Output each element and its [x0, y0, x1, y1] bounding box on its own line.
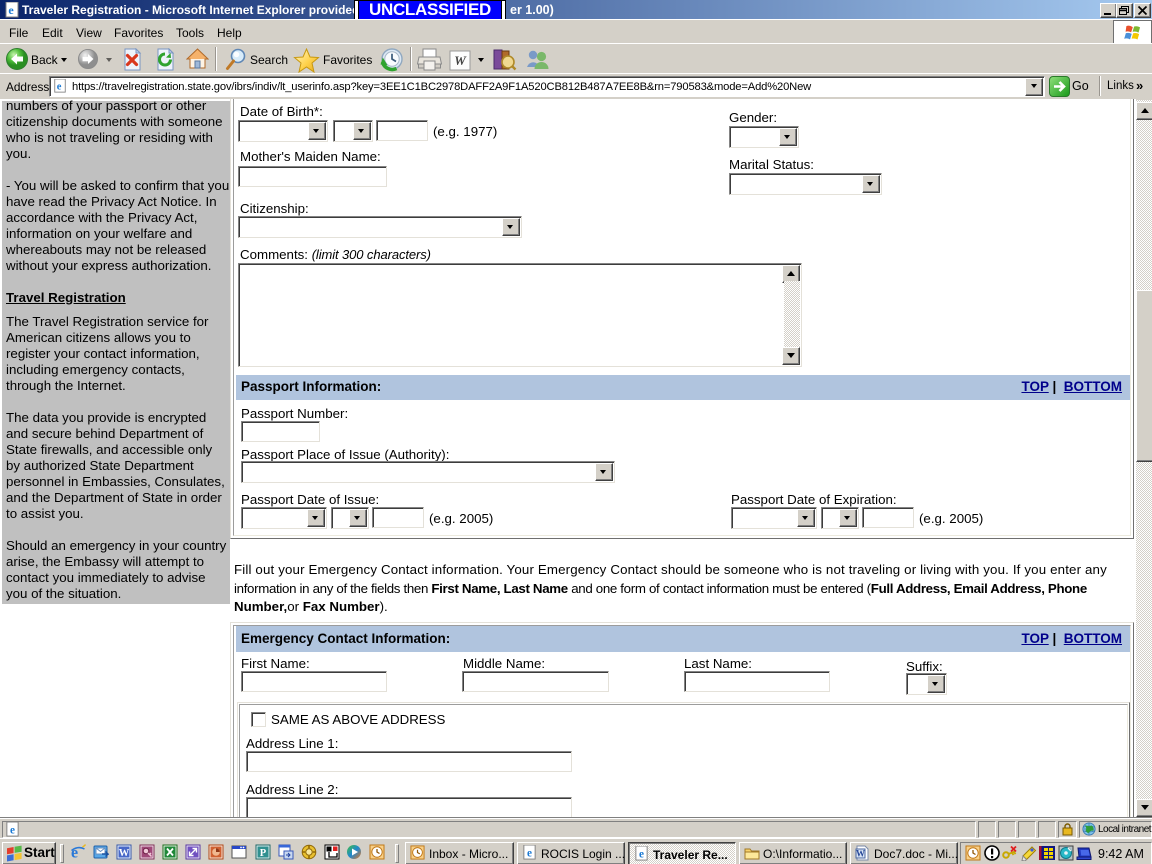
svg-text:e: e [8, 3, 14, 17]
svg-text:P: P [260, 848, 267, 859]
svg-text:e: e [10, 824, 15, 836]
svg-text:e: e [71, 845, 78, 861]
svg-text:e: e [639, 848, 644, 860]
svg-text:e: e [527, 847, 532, 859]
svg-text:W: W [856, 849, 865, 859]
svg-text:W: W [119, 848, 130, 859]
svg-text:W: W [454, 53, 467, 68]
svg-text:e: e [57, 82, 62, 93]
